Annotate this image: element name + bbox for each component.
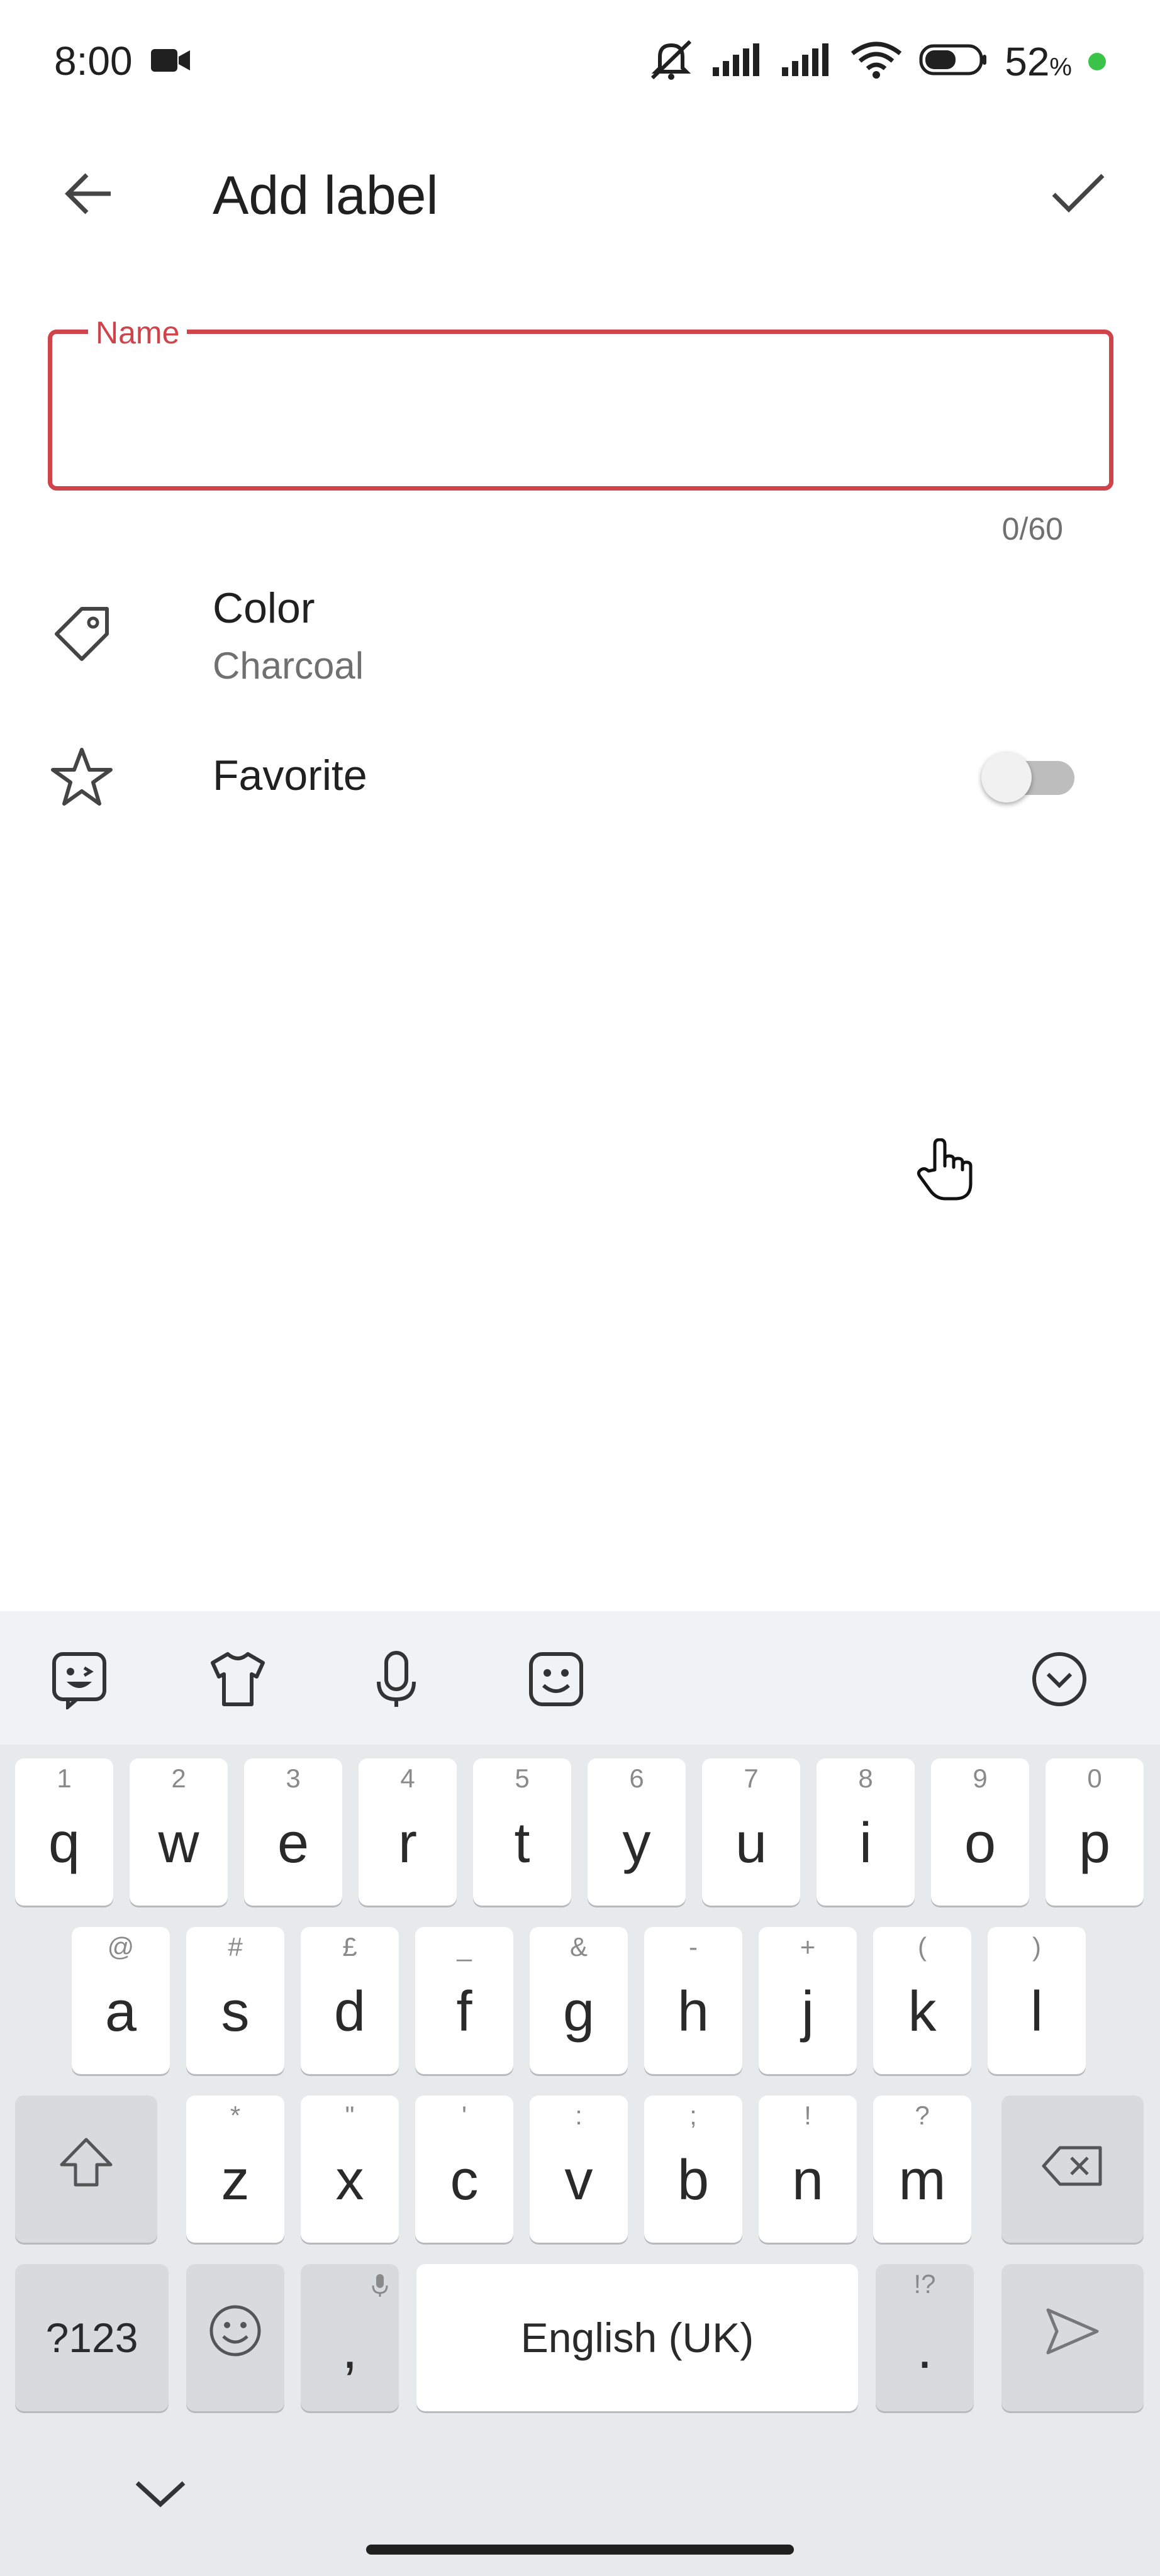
collapse-keyboard-icon[interactable]: [1023, 1643, 1096, 1716]
key-x[interactable]: " x: [301, 2096, 399, 2243]
color-value: Charcoal: [213, 645, 364, 687]
key-v[interactable]: :v: [530, 2096, 628, 2243]
key-r[interactable]: 4r: [359, 1758, 457, 1906]
key-z[interactable]: * z: [186, 2096, 284, 2243]
emoji-key[interactable]: [186, 2264, 284, 2411]
key-n[interactable]: ! n: [759, 2096, 857, 2243]
wifi-icon: [850, 41, 903, 82]
name-field-label: Name: [88, 314, 187, 351]
signal-icon: [711, 42, 764, 80]
key-f[interactable]: _ f: [415, 1927, 513, 2074]
shift-key[interactable]: [15, 2096, 157, 2243]
key-y[interactable]: 6y: [588, 1758, 686, 1906]
battery-icon: [919, 44, 988, 79]
gesture-navigation-handle[interactable]: [366, 2545, 794, 2555]
key-d[interactable]: £ d: [301, 1927, 399, 2074]
key-h[interactable]: -h: [644, 1927, 742, 2074]
key-c[interactable]: ' c: [415, 2096, 513, 2243]
send-key[interactable]: [1001, 2264, 1144, 2411]
status-icons: 52%: [647, 38, 1106, 85]
key-k[interactable]: (k: [873, 1927, 971, 2074]
hand-pointer-icon: [916, 1138, 973, 1204]
character-counter: 0/60: [1001, 511, 1063, 547]
favorite-title: Favorite: [213, 752, 367, 799]
microphone-icon[interactable]: [360, 1643, 433, 1716]
battery-percentage: 52%: [1005, 38, 1072, 84]
comma-key[interactable]: ,: [301, 2264, 399, 2411]
key-b[interactable]: ; b: [644, 2096, 742, 2243]
sticker-icon[interactable]: [43, 1643, 116, 1716]
status-bar: 8:00 52%: [0, 0, 1160, 126]
name-input[interactable]: [48, 330, 1113, 491]
color-row[interactable]: [0, 572, 1160, 698]
key-o[interactable]: 9o: [931, 1758, 1029, 1906]
status-time: 8:00: [54, 38, 133, 84]
key-l[interactable]: ) l: [988, 1927, 1086, 2074]
star-icon: [44, 740, 120, 815]
key-j[interactable]: + j: [759, 1927, 857, 2074]
key-g[interactable]: & g: [530, 1927, 628, 2074]
smiley-icon: [208, 2304, 262, 2372]
backspace-icon: [1041, 2137, 1104, 2202]
privacy-indicator-dot: [1088, 52, 1106, 70]
color-title: Color: [213, 584, 315, 632]
backspace-key[interactable]: [1001, 2096, 1144, 2243]
hide-keyboard-chevron-icon[interactable]: [126, 2472, 195, 2519]
key-a[interactable]: @ a: [72, 1927, 170, 2074]
toggle-thumb: [981, 752, 1032, 802]
comma-mic-hint-icon: [371, 2273, 389, 2304]
check-icon: [1050, 172, 1107, 219]
key-m[interactable]: ? m: [873, 2096, 971, 2243]
key-e[interactable]: 3e: [244, 1758, 342, 1906]
back-button[interactable]: [50, 157, 126, 233]
period-key[interactable]: !?.: [876, 2264, 974, 2411]
arrow-left-icon: [63, 172, 113, 219]
tag-icon: [44, 596, 120, 672]
space-key[interactable]: English (UK): [416, 2264, 858, 2411]
emoji-face-icon[interactable]: [520, 1643, 593, 1716]
signal-icon: [781, 42, 834, 80]
key-s[interactable]: # s: [186, 1927, 284, 2074]
key-i[interactable]: 8i: [817, 1758, 915, 1906]
key-w[interactable]: 2w: [130, 1758, 228, 1906]
favorite-toggle[interactable]: [981, 752, 1082, 802]
key-u[interactable]: 7u: [702, 1758, 800, 1906]
key-t[interactable]: 5t: [473, 1758, 571, 1906]
symbols-key[interactable]: ?123: [15, 2264, 169, 2411]
save-button[interactable]: [1034, 157, 1122, 233]
shift-arrow-icon: [58, 2136, 114, 2202]
send-arrow-icon: [1044, 2306, 1101, 2370]
video-camera-icon: [150, 45, 191, 79]
mute-bell-icon: [647, 38, 695, 85]
keyboard-toolbar: [0, 1611, 1160, 1745]
theme-shirt-icon[interactable]: [201, 1643, 274, 1716]
key-q[interactable]: 1q: [15, 1758, 113, 1906]
page-title: Add label: [213, 165, 438, 226]
soft-keyboard: 1q 2w 3e 4r 5t 6y 7u 8i 9o 0p @ a # s £ d _…: [0, 1611, 1160, 2576]
key-p[interactable]: 0p: [1046, 1758, 1144, 1906]
